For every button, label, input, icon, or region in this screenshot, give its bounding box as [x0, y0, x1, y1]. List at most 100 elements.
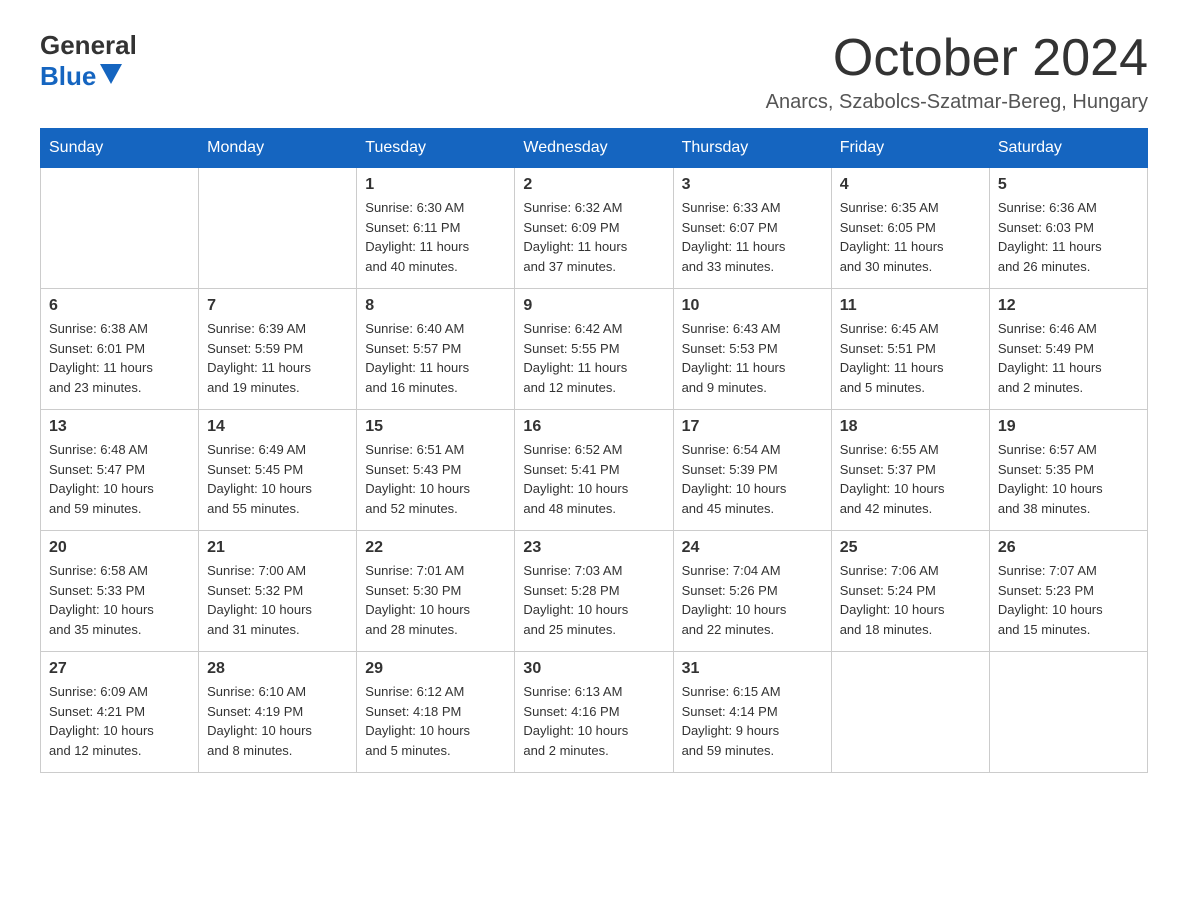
table-row: 10 Sunrise: 6:43 AMSunset: 5:53 PMDayligh… [673, 289, 831, 410]
day-info: Sunrise: 7:04 AMSunset: 5:26 PMDaylight:… [682, 561, 823, 639]
table-row: 7Sunrise: 6:39 AMSunset: 5:59 PMDaylight… [199, 289, 357, 410]
table-row: 22Sunrise: 7:01 AMSunset: 5:30 PMDayligh… [357, 531, 515, 652]
table-row: 5 Sunrise: 6:36 AMSunset: 6:03 PMDaylight… [989, 168, 1147, 289]
table-row: 12 Sunrise: 6:46 AMSunset: 5:49 PMDayligh… [989, 289, 1147, 410]
day-number: 23 [523, 539, 664, 557]
col-thursday: Thursday [673, 129, 831, 168]
day-info: Sunrise: 6:33 AMSunset: 6:07 PMDaylight:… [682, 198, 823, 276]
day-number: 29 [365, 660, 506, 678]
day-info: Sunrise: 6:46 AMSunset: 5:49 PMDaylight:… [998, 319, 1139, 397]
day-info: Sunrise: 6:52 AMSunset: 5:41 PMDaylight:… [523, 440, 664, 518]
calendar-week-3: 13Sunrise: 6:48 AMSunset: 5:47 PMDayligh… [41, 410, 1148, 531]
day-info: Sunrise: 6:43 AMSunset: 5:53 PMDaylight:… [682, 319, 823, 397]
day-number: 8 [365, 297, 506, 315]
col-tuesday: Tuesday [357, 129, 515, 168]
day-number: 4 [840, 176, 981, 194]
col-saturday: Saturday [989, 129, 1147, 168]
table-row: 26 Sunrise: 7:07 AMSunset: 5:23 PMDayligh… [989, 531, 1147, 652]
day-info: Sunrise: 7:01 AMSunset: 5:30 PMDaylight:… [365, 561, 506, 639]
calendar-week-5: 27Sunrise: 6:09 AMSunset: 4:21 PMDayligh… [41, 652, 1148, 773]
day-info: Sunrise: 6:12 AMSunset: 4:18 PMDaylight:… [365, 682, 506, 760]
day-info: Sunrise: 6:30 AMSunset: 6:11 PMDaylight:… [365, 198, 506, 276]
day-info: Sunrise: 6:13 AMSunset: 4:16 PMDaylight:… [523, 682, 664, 760]
day-number: 18 [840, 418, 981, 436]
table-row: 24 Sunrise: 7:04 AMSunset: 5:26 PMDayligh… [673, 531, 831, 652]
table-row: 21 Sunrise: 7:00 AMSunset: 5:32 PMDayligh… [199, 531, 357, 652]
day-number: 21 [207, 539, 348, 557]
day-number: 24 [682, 539, 823, 557]
day-info: Sunrise: 7:03 AMSunset: 5:28 PMDaylight:… [523, 561, 664, 639]
table-row: 27Sunrise: 6:09 AMSunset: 4:21 PMDayligh… [41, 652, 199, 773]
month-title: October 2024 [766, 30, 1148, 87]
col-monday: Monday [199, 129, 357, 168]
day-info: Sunrise: 6:57 AMSunset: 5:35 PMDaylight:… [998, 440, 1139, 518]
col-wednesday: Wednesday [515, 129, 673, 168]
day-number: 17 [682, 418, 823, 436]
table-row: 30Sunrise: 6:13 AMSunset: 4:16 PMDayligh… [515, 652, 673, 773]
calendar-week-1: 1Sunrise: 6:30 AMSunset: 6:11 PMDaylight… [41, 168, 1148, 289]
day-info: Sunrise: 6:48 AMSunset: 5:47 PMDaylight:… [49, 440, 190, 518]
day-number: 28 [207, 660, 348, 678]
logo-general-text: General [40, 30, 137, 61]
calendar-table: Sunday Monday Tuesday Wednesday Thursday… [40, 128, 1148, 773]
day-info: Sunrise: 6:55 AMSunset: 5:37 PMDaylight:… [840, 440, 981, 518]
calendar-week-2: 6 Sunrise: 6:38 AMSunset: 6:01 PMDaylight… [41, 289, 1148, 410]
day-info: Sunrise: 7:06 AMSunset: 5:24 PMDaylight:… [840, 561, 981, 639]
table-row: 20Sunrise: 6:58 AMSunset: 5:33 PMDayligh… [41, 531, 199, 652]
day-info: Sunrise: 6:38 AMSunset: 6:01 PMDaylight:… [49, 319, 190, 397]
day-info: Sunrise: 6:45 AMSunset: 5:51 PMDaylight:… [840, 319, 981, 397]
table-row: 15Sunrise: 6:51 AMSunset: 5:43 PMDayligh… [357, 410, 515, 531]
day-number: 31 [682, 660, 823, 678]
table-row: 3 Sunrise: 6:33 AMSunset: 6:07 PMDaylight… [673, 168, 831, 289]
day-number: 16 [523, 418, 664, 436]
day-number: 9 [523, 297, 664, 315]
page-header: General Blue October 2024 Anarcs, Szabol… [40, 30, 1148, 114]
day-info: Sunrise: 6:42 AMSunset: 5:55 PMDaylight:… [523, 319, 664, 397]
day-info: Sunrise: 6:10 AMSunset: 4:19 PMDaylight:… [207, 682, 348, 760]
day-number: 20 [49, 539, 190, 557]
day-number: 12 [998, 297, 1139, 315]
day-info: Sunrise: 7:00 AMSunset: 5:32 PMDaylight:… [207, 561, 348, 639]
day-number: 3 [682, 176, 823, 194]
table-row [989, 652, 1147, 773]
calendar-header-row: Sunday Monday Tuesday Wednesday Thursday… [41, 129, 1148, 168]
day-info: Sunrise: 6:36 AMSunset: 6:03 PMDaylight:… [998, 198, 1139, 276]
day-number: 7 [207, 297, 348, 315]
table-row: 16 Sunrise: 6:52 AMSunset: 5:41 PMDayligh… [515, 410, 673, 531]
table-row: 9 Sunrise: 6:42 AMSunset: 5:55 PMDaylight… [515, 289, 673, 410]
calendar-week-4: 20Sunrise: 6:58 AMSunset: 5:33 PMDayligh… [41, 531, 1148, 652]
table-row: 17Sunrise: 6:54 AMSunset: 5:39 PMDayligh… [673, 410, 831, 531]
table-row [831, 652, 989, 773]
day-info: Sunrise: 6:32 AMSunset: 6:09 PMDaylight:… [523, 198, 664, 276]
col-friday: Friday [831, 129, 989, 168]
col-sunday: Sunday [41, 129, 199, 168]
logo-blue-text: Blue [40, 61, 96, 92]
day-number: 14 [207, 418, 348, 436]
logo: General Blue [40, 30, 137, 92]
day-number: 6 [49, 297, 190, 315]
day-number: 10 [682, 297, 823, 315]
day-info: Sunrise: 7:07 AMSunset: 5:23 PMDaylight:… [998, 561, 1139, 639]
day-number: 2 [523, 176, 664, 194]
day-info: Sunrise: 6:40 AMSunset: 5:57 PMDaylight:… [365, 319, 506, 397]
table-row: 25 Sunrise: 7:06 AMSunset: 5:24 PMDayligh… [831, 531, 989, 652]
day-number: 15 [365, 418, 506, 436]
table-row: 14 Sunrise: 6:49 AMSunset: 5:45 PMDayligh… [199, 410, 357, 531]
day-number: 5 [998, 176, 1139, 194]
day-number: 11 [840, 297, 981, 315]
table-row: 13Sunrise: 6:48 AMSunset: 5:47 PMDayligh… [41, 410, 199, 531]
day-info: Sunrise: 6:49 AMSunset: 5:45 PMDaylight:… [207, 440, 348, 518]
day-number: 26 [998, 539, 1139, 557]
table-row: 31Sunrise: 6:15 AMSunset: 4:14 PMDayligh… [673, 652, 831, 773]
day-info: Sunrise: 6:35 AMSunset: 6:05 PMDaylight:… [840, 198, 981, 276]
table-row: 2 Sunrise: 6:32 AMSunset: 6:09 PMDaylight… [515, 168, 673, 289]
location-subtitle: Anarcs, Szabolcs-Szatmar-Bereg, Hungary [766, 91, 1148, 114]
logo-triangle-icon [100, 64, 122, 84]
table-row [199, 168, 357, 289]
title-area: October 2024 Anarcs, Szabolcs-Szatmar-Be… [766, 30, 1148, 114]
day-number: 19 [998, 418, 1139, 436]
table-row: 28 Sunrise: 6:10 AMSunset: 4:19 PMDayligh… [199, 652, 357, 773]
day-number: 25 [840, 539, 981, 557]
table-row [41, 168, 199, 289]
table-row: 19 Sunrise: 6:57 AMSunset: 5:35 PMDayligh… [989, 410, 1147, 531]
